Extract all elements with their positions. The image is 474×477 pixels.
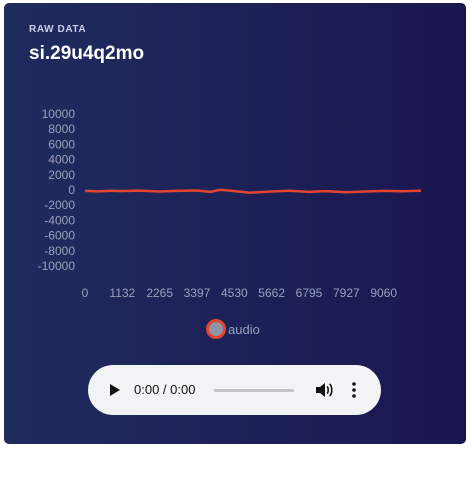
y-tick-label: -4000	[44, 213, 75, 227]
series-line-audio	[84, 188, 422, 194]
y-tick-label: 0	[68, 183, 75, 197]
volume-icon[interactable]	[315, 382, 333, 398]
x-tick-label: 5662	[258, 286, 285, 300]
seek-slider[interactable]	[214, 389, 294, 392]
x-tick-label: 2265	[146, 286, 173, 300]
y-tick-label: -10000	[38, 259, 76, 273]
x-tick-label: 4530	[221, 286, 248, 300]
y-tick-label: 8000	[48, 122, 75, 136]
raw-data-card: RAW DATA si.29u4q2mo 10000 8000 6000 4000 20…	[4, 3, 466, 444]
waveform-chart: 1000080006000400020000-2000-4000-6000-80…	[38, 107, 422, 300]
y-tick-label: 4000	[48, 153, 75, 167]
x-tick-label: 9060	[370, 286, 397, 300]
y-tick-label: 6000	[48, 137, 75, 151]
y-tick-label: -8000	[44, 244, 75, 258]
y-tick-label: 10000	[42, 107, 76, 121]
play-icon[interactable]	[110, 384, 120, 396]
chart-legend[interactable]: audio	[206, 319, 260, 339]
audio-player[interactable]: 0:00 / 0:00	[88, 365, 381, 415]
x-tick-label: 3397	[184, 286, 211, 300]
y-tick-label: -2000	[44, 198, 75, 212]
y-tick-label: 2000	[48, 168, 75, 182]
x-tick-label: 6795	[296, 286, 323, 300]
time-display: 0:00 / 0:00	[134, 382, 196, 397]
legend-swatch-audio	[206, 319, 226, 339]
x-tick-label: 7927	[333, 286, 360, 300]
y-tick-label: -6000	[44, 229, 75, 243]
x-tick-label: 0	[82, 286, 89, 300]
x-tick-label: 1132	[109, 286, 135, 300]
legend-label-audio: audio	[228, 321, 260, 337]
more-vert-icon[interactable]	[351, 382, 357, 398]
